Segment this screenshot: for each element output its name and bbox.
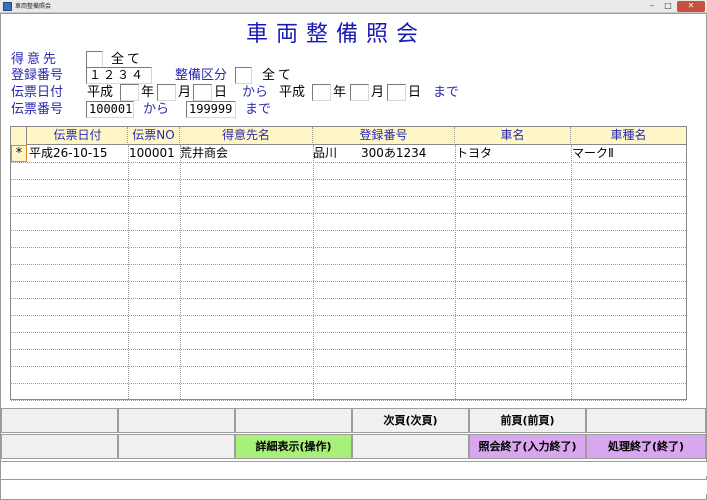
grid-column-line (571, 145, 572, 399)
day-unit-from: 日 (214, 85, 228, 100)
grid-row-line (11, 298, 686, 299)
era-from-text: 平成 (87, 85, 114, 100)
year-from-field[interactable] (120, 84, 139, 101)
year-to-field[interactable] (312, 84, 331, 101)
function-button-8[interactable] (118, 434, 235, 459)
app-icon (3, 2, 12, 11)
grid-row-line (11, 400, 686, 401)
header-registration-no[interactable]: 登録番号 (313, 127, 455, 145)
grid-column-line (180, 145, 181, 399)
maintenance-type-field[interactable] (235, 67, 252, 84)
status-bar-2 (1, 479, 707, 494)
cell-car-model[interactable]: マークⅡ (572, 145, 686, 162)
prev-page-button[interactable]: 前頁(前頁) (469, 408, 586, 433)
row-selector[interactable]: * (11, 145, 27, 162)
maintenance-type-label: 整備区分 (175, 68, 228, 83)
slip-number-from-field[interactable]: 100001 (86, 101, 134, 118)
cell-car-name[interactable]: トヨタ (456, 145, 571, 162)
day-to-field[interactable] (387, 84, 406, 101)
slip-number-label: 伝票番号 (11, 102, 64, 117)
grid-row-line (11, 349, 686, 350)
slip-number-to-field[interactable]: 199999 (186, 101, 236, 118)
grid-row-line (11, 179, 686, 180)
grid-corner (11, 127, 27, 145)
grid-row-line (11, 315, 686, 316)
function-button-1[interactable] (1, 408, 118, 433)
function-button-2[interactable] (118, 408, 235, 433)
customer-all-text: 全て (111, 52, 144, 67)
maintenance-all-text: 全て (262, 68, 295, 83)
year-unit-to: 年 (333, 85, 347, 100)
grid-row-line (11, 213, 686, 214)
grid-row-line (11, 162, 686, 163)
grid-row-line (11, 247, 686, 248)
cell-slip-no[interactable]: 100001 (129, 145, 180, 162)
header-slip-no[interactable]: 伝票NO (128, 127, 180, 145)
customer-label: 得意先 (11, 52, 60, 67)
month-from-field[interactable] (157, 84, 176, 101)
customer-field[interactable] (86, 51, 103, 68)
end-process-button[interactable]: 処理終了(終了) (586, 434, 706, 459)
detail-view-button[interactable]: 詳細表示(操作) (235, 434, 352, 459)
month-unit-to: 月 (371, 85, 385, 100)
next-page-button[interactable]: 次頁(次頁) (352, 408, 469, 433)
cell-slip-date[interactable]: 平成26-10-15 (29, 145, 128, 162)
close-icon[interactable]: ✕ (677, 1, 705, 12)
cell-customer-name[interactable]: 荒井商会 (180, 145, 313, 162)
function-button-3[interactable] (235, 408, 352, 433)
grid-row-line (11, 366, 686, 367)
slip-until-text: まで (245, 102, 272, 117)
grid-row-line (11, 281, 686, 282)
grid-column-line (128, 145, 129, 399)
grid-row-line (11, 230, 686, 231)
form-client-area: 車両整備照会 得意先 全て 登録番号 １２３４ 整備区分 全て 伝票日付 平成 … (0, 13, 707, 500)
function-button-6[interactable] (586, 408, 706, 433)
grid-row-line (11, 264, 686, 265)
header-customer-name[interactable]: 得意先名 (180, 127, 313, 145)
day-from-field[interactable] (193, 84, 212, 101)
results-grid[interactable]: 伝票日付 伝票NO 得意先名 登録番号 車名 車種名 * 平成26-10-15 … (10, 126, 687, 401)
header-slip-date[interactable]: 伝票日付 (28, 127, 128, 145)
month-unit-from: 月 (178, 85, 192, 100)
grid-row-line (11, 383, 686, 384)
from-text: から (242, 85, 269, 100)
window-title: 車両整備照会 (15, 3, 52, 10)
function-button-7[interactable] (1, 434, 118, 459)
maximize-icon[interactable]: □ (661, 1, 675, 12)
day-unit-to: 日 (408, 85, 422, 100)
grid-column-line (313, 145, 314, 399)
minimize-icon[interactable]: – (645, 1, 659, 12)
title-bar: 車両整備照会 – □ ✕ (0, 0, 707, 13)
function-button-10[interactable] (352, 434, 469, 459)
header-car-model[interactable]: 車種名 (571, 127, 686, 145)
registration-field[interactable]: １２３４ (86, 67, 152, 84)
month-to-field[interactable] (350, 84, 369, 101)
registration-label: 登録番号 (11, 68, 64, 83)
form-title: 車両整備照会 (246, 22, 427, 47)
slip-from-text: から (143, 102, 170, 117)
grid-header: 伝票日付 伝票NO 得意先名 登録番号 車名 車種名 (11, 127, 686, 145)
slip-date-label: 伝票日付 (11, 85, 64, 100)
year-unit-from: 年 (141, 85, 155, 100)
status-bar-1 (1, 461, 707, 476)
until-text: まで (433, 85, 460, 100)
header-car-name[interactable]: 車名 (455, 127, 571, 145)
era-to-text: 平成 (279, 85, 306, 100)
grid-row-line (11, 332, 686, 333)
grid-row-line (11, 196, 686, 197)
cell-registration-no[interactable]: 品川 300あ1234 (313, 145, 455, 162)
grid-column-line (455, 145, 456, 399)
end-inquiry-button[interactable]: 照会終了(入力終了) (469, 434, 586, 459)
